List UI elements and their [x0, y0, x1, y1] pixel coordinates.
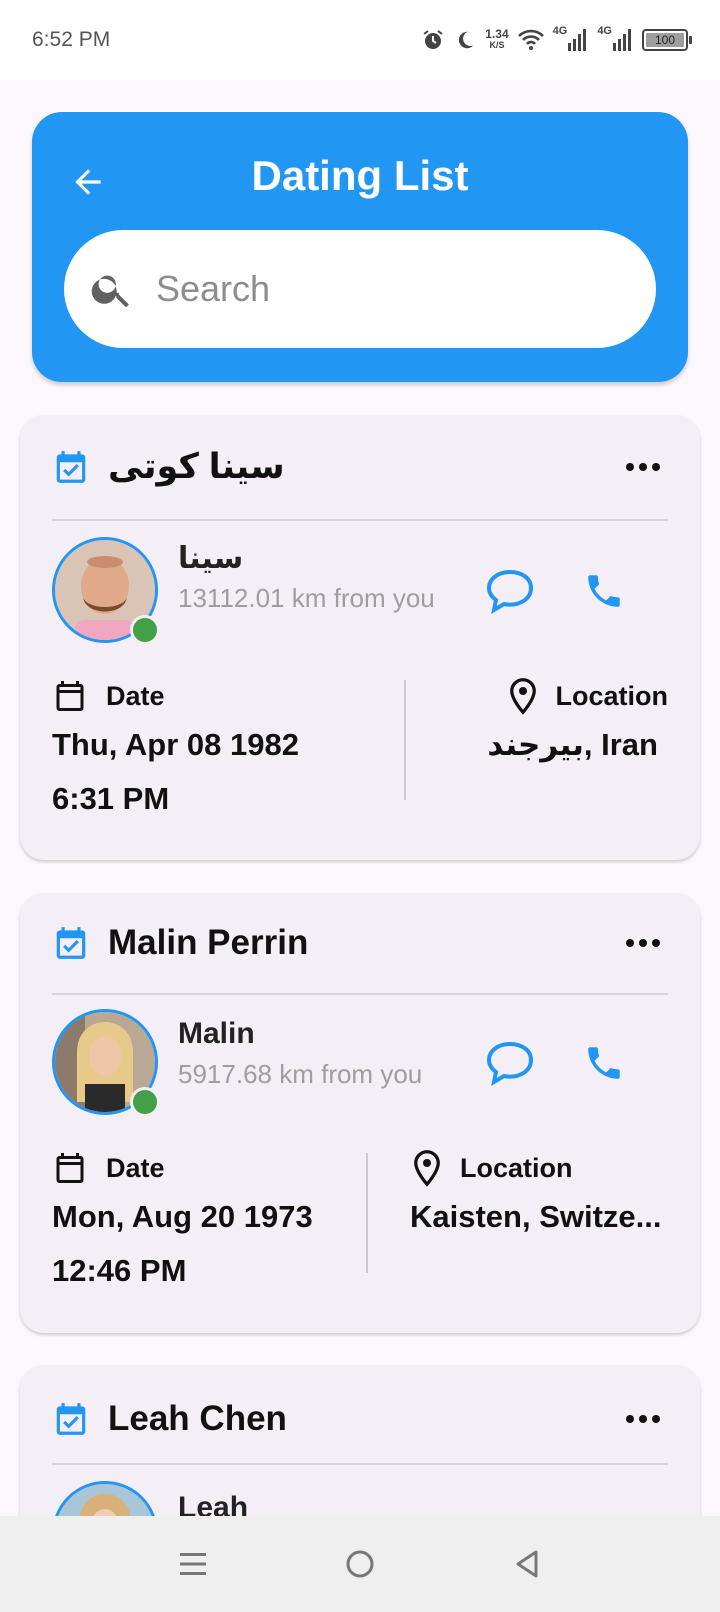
- card-full-name: Leah Chen: [108, 1399, 287, 1438]
- status-time: 6:52 PM: [32, 28, 111, 51]
- alarm-icon: [423, 30, 443, 49]
- calendar-check-icon: [56, 927, 86, 959]
- location-label: Location: [508, 677, 669, 715]
- more-horizontal-icon: [626, 463, 660, 471]
- status-bar: 6:52 PM 1.34 K/S 4G 4G 100: [0, 0, 720, 80]
- calendar-icon: [56, 681, 84, 711]
- location-label: Location: [412, 1149, 573, 1187]
- time-value: 6:31 PM: [52, 781, 170, 816]
- location-label-text: Location: [460, 1152, 573, 1183]
- location-pin-icon: [509, 678, 536, 715]
- sim2-network-type: 4G: [597, 25, 612, 37]
- wifi-icon: [517, 29, 544, 50]
- do-not-disturb-moon-icon: [459, 31, 474, 49]
- signal-sim2: 4G: [597, 25, 633, 51]
- battery-level: 100: [654, 33, 676, 47]
- home-circle-icon: [346, 1550, 374, 1578]
- system-navigation-bar: [0, 1516, 720, 1612]
- signal-bars-icon: [613, 29, 631, 51]
- network-speed-value: 1.34: [485, 27, 509, 41]
- location-pin-icon: [414, 1150, 440, 1187]
- phone-icon: [588, 575, 620, 607]
- more-horizontal-icon: [626, 1415, 660, 1423]
- online-status-dot: [130, 1087, 160, 1117]
- network-speed-unit: K/S: [489, 40, 505, 50]
- date-label: Date: [52, 677, 165, 715]
- card-full-name: Malin Perrin: [108, 923, 309, 962]
- date-label-text: Date: [106, 680, 165, 711]
- dating-card[interactable]: Malin Perrin Malin 5917.68 km from you D…: [20, 893, 700, 1333]
- card-divider: [52, 519, 668, 521]
- date-label-text: Date: [106, 1152, 165, 1183]
- info-vertical-divider: [404, 680, 406, 800]
- back-triangle-icon: [516, 1550, 538, 1578]
- avatar[interactable]: [52, 537, 160, 645]
- card-header: سینا کوتی: [52, 415, 668, 519]
- card-distance: 13112.01 km from you: [178, 583, 435, 613]
- time-value: 12:46 PM: [52, 1253, 187, 1288]
- page-title: Dating List: [251, 152, 469, 199]
- location-value: Kaisten, Switze...: [410, 1199, 662, 1234]
- location-label-text: Location: [555, 680, 669, 711]
- date-value: Mon, Aug 20 1973: [52, 1199, 313, 1234]
- status-icons: 1.34 K/S 4G 4G 100: [421, 25, 692, 52]
- recent-apps-button[interactable]: [163, 1534, 223, 1594]
- chat-bubble-icon: [486, 1041, 534, 1086]
- menu-lines-icon: [180, 1553, 207, 1575]
- call-button[interactable]: [576, 563, 632, 619]
- more-options-button[interactable]: [618, 447, 668, 487]
- signal-sim1: 4G: [553, 25, 589, 51]
- card-header: Malin Perrin: [52, 893, 668, 993]
- card-divider: [52, 993, 668, 995]
- calendar-check-icon: [56, 451, 86, 483]
- online-status-dot: [130, 615, 160, 645]
- battery-icon: 100: [642, 29, 692, 51]
- phone-icon: [588, 1047, 620, 1079]
- search-icon: [88, 265, 136, 313]
- network-speed: 1.34 K/S: [485, 27, 509, 51]
- search-input[interactable]: [156, 268, 576, 310]
- dating-card[interactable]: سینا کوتی سینا 13112.01 km from you Date…: [20, 415, 700, 860]
- card-full-name: سینا کوتی: [108, 447, 285, 486]
- home-button[interactable]: [330, 1534, 390, 1594]
- more-options-button[interactable]: [618, 1399, 668, 1439]
- card-distance: 5917.68 km from you: [178, 1059, 423, 1089]
- date-label: Date: [52, 1149, 165, 1187]
- card-first-name: Malin: [178, 1017, 255, 1050]
- call-button[interactable]: [576, 1035, 632, 1091]
- system-back-button[interactable]: [497, 1534, 557, 1594]
- info-vertical-divider: [366, 1153, 368, 1273]
- chat-button[interactable]: [482, 563, 538, 619]
- card-divider: [52, 1463, 668, 1465]
- search-bar[interactable]: [64, 230, 656, 348]
- card-first-name: سینا: [178, 542, 244, 575]
- chat-button[interactable]: [482, 1035, 538, 1091]
- date-value: Thu, Apr 08 1982: [52, 727, 299, 762]
- sim1-network-type: 4G: [552, 25, 568, 37]
- location-value: بیرجند, Iran: [487, 727, 658, 762]
- calendar-icon: [56, 1153, 84, 1183]
- chat-bubble-icon: [486, 569, 534, 614]
- avatar[interactable]: [52, 1009, 160, 1117]
- app-header: Dating List: [32, 112, 688, 382]
- more-options-button[interactable]: [618, 923, 668, 963]
- more-horizontal-icon: [626, 939, 660, 947]
- card-header: Leah Chen: [52, 1365, 668, 1473]
- signal-bars-icon: [568, 29, 587, 51]
- calendar-check-icon: [56, 1403, 86, 1435]
